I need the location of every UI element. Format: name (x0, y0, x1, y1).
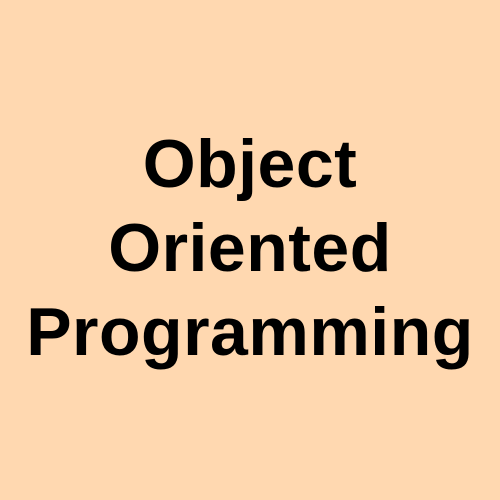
title-text: Object Oriented Programming (26, 122, 474, 374)
title-line-1: Object (142, 126, 358, 202)
title-line-2: Oriented (108, 210, 392, 286)
title-card: Object Oriented Programming (0, 0, 500, 500)
title-line-3: Programming (26, 294, 474, 370)
